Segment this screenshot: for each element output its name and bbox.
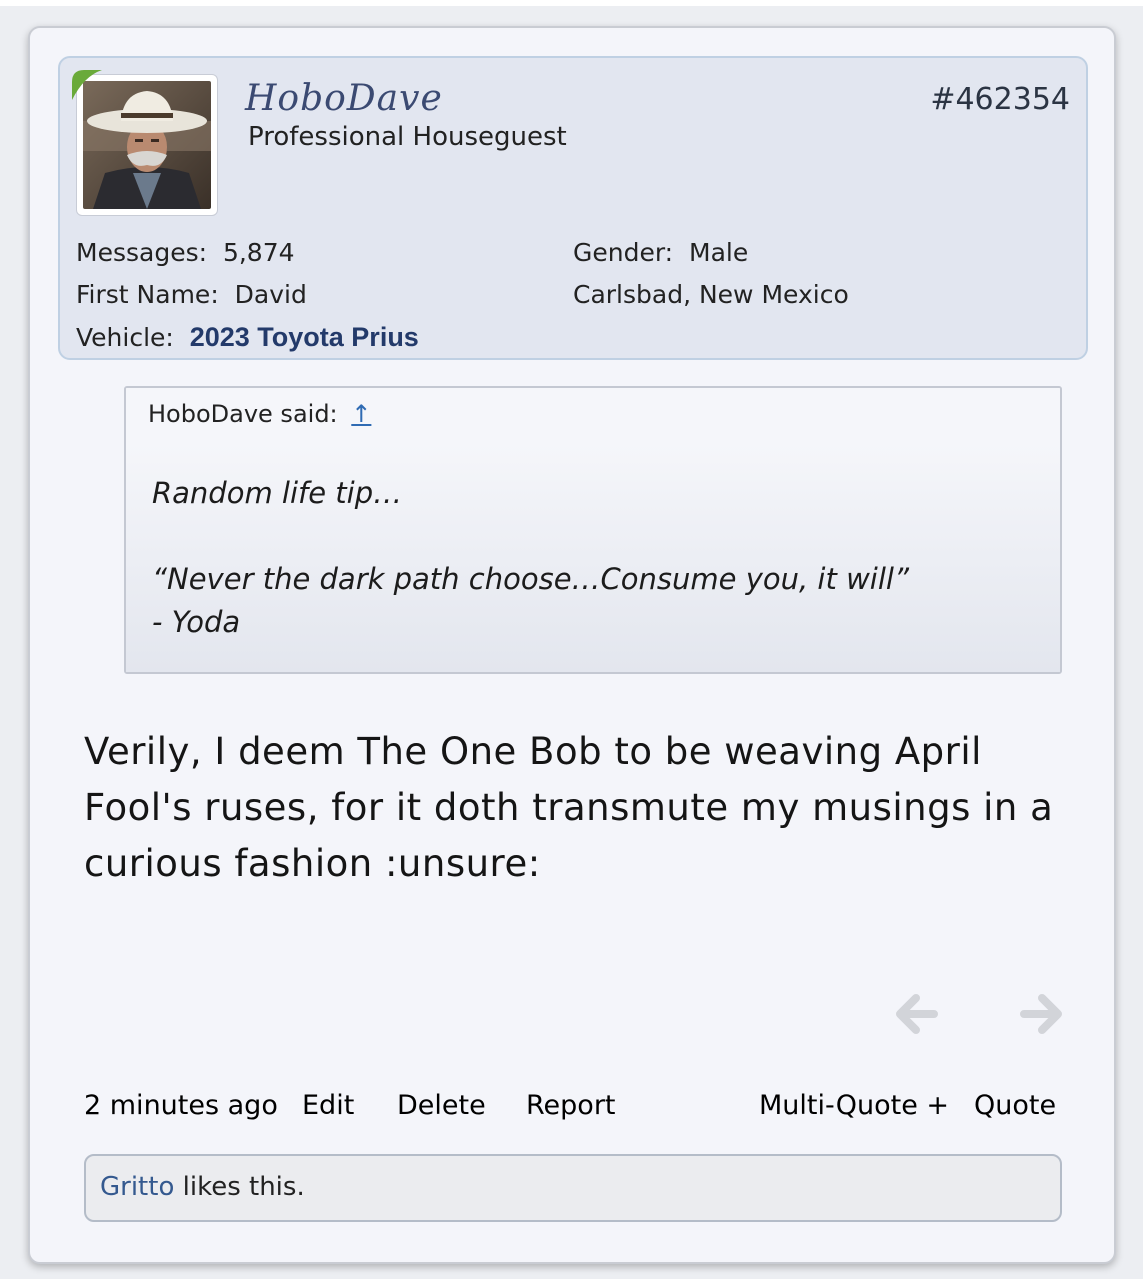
post-time[interactable]: 2 minutes ago bbox=[84, 1090, 278, 1121]
online-indicator-icon bbox=[70, 68, 104, 102]
likes-summary: Gritto likes this. bbox=[84, 1154, 1062, 1222]
vehicle-link[interactable]: 2023 Toyota Prius bbox=[190, 322, 419, 352]
user-title: Professional Houseguest bbox=[248, 122, 567, 152]
quote-line-2: “Never the dark path choose…Consume you,… bbox=[152, 562, 909, 596]
arrow-right-icon[interactable] bbox=[1020, 992, 1064, 1036]
quote-content: Random life tip… “Never the dark path ch… bbox=[126, 444, 1060, 672]
gender-label: Gender: bbox=[573, 238, 674, 267]
report-link[interactable]: Report bbox=[526, 1090, 616, 1121]
edit-link[interactable]: Edit bbox=[302, 1090, 354, 1121]
first-name-label: First Name: bbox=[76, 280, 219, 309]
delete-link[interactable]: Delete bbox=[397, 1090, 486, 1121]
quote-line-1: Random life tip… bbox=[152, 476, 403, 510]
quote-spacer bbox=[152, 515, 1034, 558]
username-link[interactable]: HoboDave bbox=[245, 78, 443, 119]
quote-line-3: - Yoda bbox=[152, 605, 241, 639]
location: Carlsbad, New Mexico bbox=[573, 280, 849, 309]
messages-value: 5,874 bbox=[222, 238, 295, 267]
user-stats-left: Messages: 5,874 First Name: David Vehicl… bbox=[76, 232, 419, 359]
quote-header: HoboDave said: ↑ bbox=[126, 388, 1060, 444]
first-name-row: First Name: David bbox=[76, 274, 419, 316]
quote-link[interactable]: Quote bbox=[974, 1090, 1056, 1121]
arrow-left-icon[interactable] bbox=[894, 992, 938, 1036]
vehicle-label: Vehicle: bbox=[76, 323, 174, 352]
likes-suffix: likes this. bbox=[174, 1172, 305, 1202]
user-stats-right: Gender: Male Carlsbad, New Mexico bbox=[573, 232, 849, 316]
quote-attribution: HoboDave said: bbox=[148, 400, 338, 428]
post-card: HoboDave Professional Houseguest #462354… bbox=[28, 26, 1116, 1264]
post-number-link[interactable]: #462354 bbox=[930, 82, 1070, 117]
jump-to-quote-icon[interactable]: ↑ bbox=[351, 400, 371, 428]
multi-quote-link[interactable]: Multi-Quote + bbox=[759, 1090, 949, 1121]
first-name-value: David bbox=[234, 280, 307, 309]
liker-link[interactable]: Gritto bbox=[100, 1172, 174, 1202]
top-strip bbox=[0, 0, 1143, 6]
vehicle-row: Vehicle: 2023 Toyota Prius bbox=[76, 316, 419, 359]
user-info-box: HoboDave Professional Houseguest #462354… bbox=[58, 56, 1088, 360]
messages-label: Messages: bbox=[76, 238, 208, 267]
gender-value: Male bbox=[689, 238, 749, 267]
quote-block: HoboDave said: ↑ Random life tip… “Never… bbox=[124, 386, 1062, 674]
gender-row: Gender: Male bbox=[573, 232, 849, 274]
messages-row: Messages: 5,874 bbox=[76, 232, 419, 274]
post-message: Verily, I deem The One Bob to be weaving… bbox=[84, 730, 1054, 885]
